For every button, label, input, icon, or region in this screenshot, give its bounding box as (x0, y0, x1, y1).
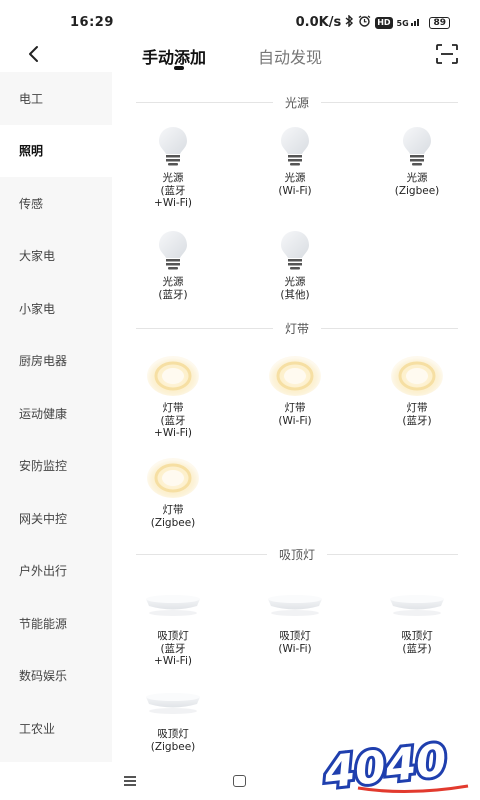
back-button[interactable] (22, 40, 46, 68)
sidebar-item-label: 网关中控 (19, 511, 68, 526)
sidebar-item-label: 运动健康 (19, 406, 68, 421)
sidebar-item-outdoor[interactable]: 户外出行 (0, 545, 112, 598)
light-strip-icon (362, 354, 472, 398)
device-label: 吸顶灯 (Wi-Fi) (278, 630, 312, 655)
section-title-text: 吸顶灯 (279, 547, 316, 562)
light-strip-icon (240, 354, 350, 398)
device-item[interactable]: 灯带 (蓝牙) (362, 354, 472, 427)
device-label: 吸顶灯 (蓝牙) (401, 630, 433, 655)
sidebar-item-security[interactable]: 安防监控 (0, 440, 112, 493)
device-item[interactable]: 吸顶灯 (蓝牙 +Wi-Fi) (118, 582, 228, 668)
status-icons: 0.0K/s HD 5G 89 (295, 14, 450, 30)
device-item[interactable]: 灯带 (Zigbee) (118, 456, 228, 529)
sidebar-item-sensors[interactable]: 传感 (0, 177, 112, 230)
sidebar-item-large-appliances[interactable]: 大家电 (0, 230, 112, 283)
section-title-light-source: 光源 (136, 92, 459, 112)
device-label: 灯带 (Wi-Fi) (278, 402, 312, 427)
device-item[interactable]: 灯带 (蓝牙 +Wi-Fi) (118, 354, 228, 440)
sidebar-item-label: 数码娱乐 (19, 669, 68, 684)
bulb-icon (240, 124, 350, 168)
sidebar-item-label: 厨房电器 (19, 354, 68, 369)
light-strip-icon (118, 456, 228, 500)
device-item[interactable]: 吸顶灯 (蓝牙) (362, 582, 472, 655)
sidebar-item-entertainment[interactable]: 数码娱乐 (0, 650, 112, 703)
device-item[interactable]: 灯带 (Wi-Fi) (240, 354, 350, 427)
ceiling-light-icon (362, 582, 472, 626)
device-label: 光源 (Wi-Fi) (278, 172, 312, 197)
section-title-text: 灯带 (285, 321, 310, 336)
device-item[interactable]: 吸顶灯 (Zigbee) (118, 680, 228, 753)
home-button-icon[interactable] (233, 775, 246, 787)
section-title-ceiling-light: 吸顶灯 (136, 544, 459, 564)
device-item[interactable]: 吸顶灯 (Wi-Fi) (240, 582, 350, 655)
sidebar-item-kitchen[interactable]: 厨房电器 (0, 335, 112, 388)
sidebar-item-sports-health[interactable]: 运动健康 (0, 387, 112, 440)
bulb-icon (118, 228, 228, 272)
category-sidebar: 电工 照明 传感 大家电 小家电 厨房电器 运动健康 安防监控 网关中控 户外出… (0, 72, 112, 762)
sidebar-item-energy[interactable]: 节能能源 (0, 597, 112, 650)
ceiling-light-icon (118, 680, 228, 724)
sidebar-item-label: 电工 (19, 91, 44, 106)
ceiling-light-icon (118, 582, 228, 626)
scan-icon (436, 44, 458, 64)
device-label: 光源 (Zigbee) (394, 172, 440, 197)
device-label: 吸顶灯 (Zigbee) (150, 728, 196, 753)
bulb-icon (240, 228, 350, 272)
bluetooth-icon (345, 14, 354, 30)
sidebar-item-label: 传感 (19, 196, 44, 211)
chevron-left-icon (29, 46, 38, 62)
device-label: 灯带 (蓝牙 +Wi-Fi) (154, 402, 192, 439)
sidebar-item-electrical[interactable]: 电工 (0, 72, 112, 125)
watermark-logo: 4040 (318, 728, 478, 800)
status-bar: 16:29 0.0K/s HD 5G 89 (0, 0, 480, 40)
sidebar-item-gateway[interactable]: 网关中控 (0, 492, 112, 545)
section-title-text: 光源 (285, 95, 310, 110)
device-list: 光源 光源 (蓝牙 +Wi-Fi) 光源 (Wi-Fi) 光源 (Zigbee)… (112, 80, 480, 762)
tab-manual-add[interactable]: 手动添加 (142, 44, 206, 68)
tab-auto-discover[interactable]: 自动发现 (258, 44, 322, 68)
battery-level: 89 (433, 17, 446, 28)
device-label: 光源 (其他) (280, 276, 310, 301)
device-item[interactable]: 光源 (Wi-Fi) (240, 124, 350, 197)
signal-5g-icon: 5G (397, 17, 422, 28)
network-type: 5G (396, 19, 409, 28)
sidebar-item-label: 安防监控 (19, 459, 68, 474)
device-item[interactable]: 光源 (蓝牙 +Wi-Fi) (118, 124, 228, 210)
sidebar-item-label: 小家电 (19, 301, 56, 316)
network-speed: 0.0K/s (295, 15, 342, 30)
bulb-icon (118, 124, 228, 168)
ceiling-light-icon (240, 582, 350, 626)
device-label: 吸顶灯 (蓝牙 +Wi-Fi) (154, 630, 192, 667)
hd-badge: HD (375, 16, 393, 29)
active-tab-indicator (174, 66, 184, 70)
device-item[interactable]: 光源 (Zigbee) (362, 124, 472, 197)
status-time: 16:29 (70, 15, 114, 30)
device-item[interactable]: 光源 (蓝牙) (118, 228, 228, 301)
device-item[interactable]: 光源 (其他) (240, 228, 350, 301)
sidebar-item-label: 节能能源 (19, 616, 68, 631)
sidebar-item-label: 户外出行 (19, 564, 68, 579)
menu-icon[interactable] (124, 776, 136, 786)
section-title-light-strip: 灯带 (136, 318, 459, 338)
sidebar-item-industry-agriculture[interactable]: 工农业 (0, 702, 112, 755)
device-label: 灯带 (蓝牙) (402, 402, 432, 427)
device-label: 灯带 (Zigbee) (150, 504, 196, 529)
light-strip-icon (118, 354, 228, 398)
sidebar-item-lighting[interactable]: 照明 (0, 124, 112, 177)
sidebar-item-label: 大家电 (19, 249, 56, 264)
alarm-icon (358, 15, 371, 30)
scan-button[interactable] (436, 44, 458, 64)
device-label: 光源 (蓝牙 +Wi-Fi) (154, 172, 192, 209)
device-label: 光源 (蓝牙) (158, 276, 188, 301)
top-header: 手动添加 自动发现 (0, 38, 480, 72)
battery-icon: 89 (429, 16, 450, 29)
watermark-text: 4040 (321, 735, 449, 798)
bulb-icon (362, 124, 472, 168)
sidebar-item-label: 照明 (19, 144, 44, 159)
sidebar-item-label: 工农业 (19, 721, 56, 736)
sidebar-item-small-appliances[interactable]: 小家电 (0, 282, 112, 335)
